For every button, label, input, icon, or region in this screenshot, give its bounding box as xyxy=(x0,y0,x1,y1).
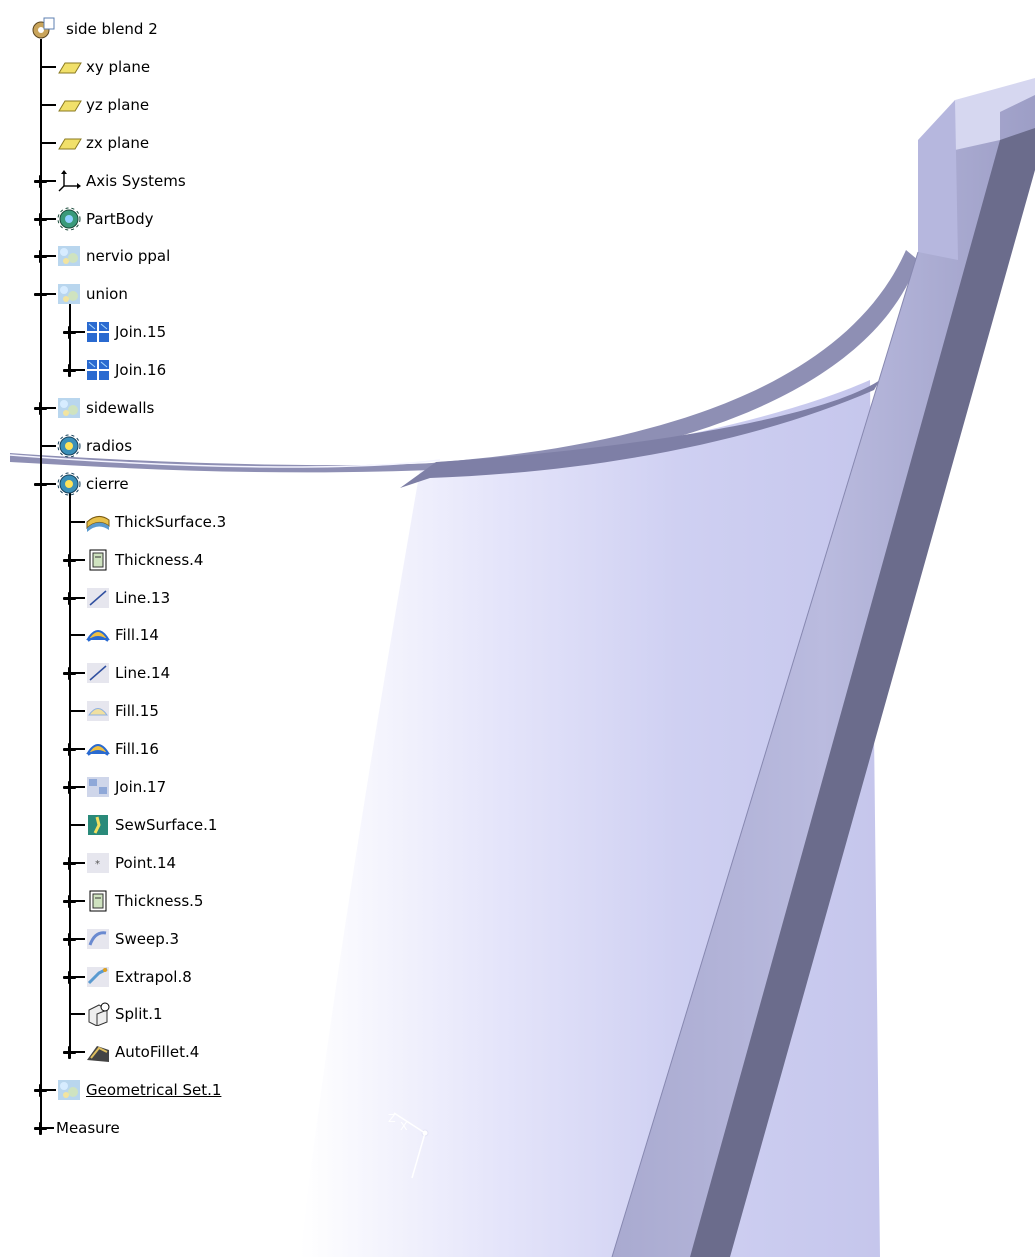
tree-item-label[interactable]: sidewalls xyxy=(86,399,154,417)
expand-plus-icon[interactable] xyxy=(63,932,76,946)
tree-item-label[interactable]: Thickness.5 xyxy=(115,892,203,910)
sew-surface-icon[interactable] xyxy=(85,813,111,837)
tree-item-label[interactable]: PartBody xyxy=(86,210,153,228)
line-icon[interactable] xyxy=(85,661,111,685)
tree-item-label[interactable]: Point.14 xyxy=(115,854,176,872)
expand-plus-icon[interactable] xyxy=(34,1122,47,1136)
point-icon[interactable]: * xyxy=(85,851,111,875)
expand-plus-icon[interactable] xyxy=(63,781,76,794)
thickness-icon[interactable] xyxy=(85,889,111,913)
part-gear-icon[interactable] xyxy=(30,17,56,41)
expand-plus-icon[interactable] xyxy=(34,1084,47,1098)
tree-item-label[interactable]: Extrapol.8 xyxy=(115,968,192,986)
tree-connector-line xyxy=(69,710,85,713)
tree-item-label[interactable]: Axis Systems xyxy=(86,172,186,190)
tree-connector-line xyxy=(40,141,56,144)
body-gear-icon[interactable] xyxy=(56,472,82,496)
line-icon[interactable] xyxy=(85,586,111,610)
tree-trunk-line xyxy=(40,39,42,1129)
tree-subtrunk-line xyxy=(69,491,71,1053)
tree-item-label[interactable]: Split.1 xyxy=(115,1005,163,1023)
expand-plus-icon[interactable] xyxy=(34,212,47,226)
tree-item-label[interactable]: radios xyxy=(86,437,132,455)
collapse-minus-icon[interactable] xyxy=(34,478,47,491)
expand-plus-icon[interactable] xyxy=(63,856,76,870)
tree-item-label[interactable]: Line.14 xyxy=(115,664,170,682)
tree-connector-line xyxy=(40,65,56,68)
collapse-minus-icon[interactable] xyxy=(34,288,47,301)
tree-item-label[interactable]: yz plane xyxy=(86,96,149,114)
tree-item-label[interactable]: SewSurface.1 xyxy=(115,816,217,834)
expand-plus-icon[interactable] xyxy=(63,667,76,681)
tree-item-label[interactable]: Fill.14 xyxy=(115,626,159,644)
svg-text:*: * xyxy=(95,859,100,870)
tree-connector-line xyxy=(69,1013,85,1016)
partbody-gear-icon[interactable] xyxy=(56,207,82,231)
tree-connector-line xyxy=(69,520,85,523)
tree-item-label[interactable]: cierre xyxy=(86,475,129,493)
join-icon[interactable] xyxy=(85,320,111,344)
expand-plus-icon[interactable] xyxy=(63,743,76,757)
join-icon[interactable] xyxy=(85,358,111,382)
expand-plus-icon[interactable] xyxy=(63,591,76,605)
tree-connector-line xyxy=(40,444,56,447)
join-hidden-icon[interactable] xyxy=(85,775,111,799)
tree-item-label[interactable]: Line.13 xyxy=(115,589,170,607)
thick-surface-icon[interactable] xyxy=(85,510,111,534)
autofillet-icon[interactable] xyxy=(85,1040,111,1064)
fill-icon[interactable] xyxy=(85,623,111,647)
tree-item-label[interactable]: zx plane xyxy=(86,134,149,152)
sweep-icon[interactable] xyxy=(85,927,111,951)
extrapolate-icon[interactable] xyxy=(85,965,111,989)
expand-plus-icon[interactable] xyxy=(63,553,76,567)
geometrical-set-icon[interactable] xyxy=(56,396,82,420)
geometrical-set-icon[interactable] xyxy=(56,244,82,268)
geometrical-set-icon[interactable] xyxy=(56,282,82,306)
tree-connector-line xyxy=(69,823,85,826)
fill-icon[interactable] xyxy=(85,737,111,761)
plane-icon[interactable] xyxy=(56,131,82,155)
tree-item-label[interactable]: Thickness.4 xyxy=(115,551,203,569)
tree-item-label[interactable]: Join.15 xyxy=(115,323,166,341)
tree-item-label[interactable]: ThickSurface.3 xyxy=(115,513,226,531)
expand-plus-icon[interactable] xyxy=(63,326,76,340)
tree-item-label[interactable]: Join.16 xyxy=(115,361,166,379)
tree-item-label[interactable]: Fill.16 xyxy=(115,740,159,758)
tree-item-label[interactable]: Fill.15 xyxy=(115,702,159,720)
axis-system-icon[interactable] xyxy=(56,169,82,193)
fill-hidden-icon[interactable] xyxy=(85,699,111,723)
tree-item-label[interactable]: AutoFillet.4 xyxy=(115,1043,199,1061)
tree-item-label[interactable]: Measure xyxy=(56,1119,120,1137)
expand-plus-icon[interactable] xyxy=(34,174,47,188)
expand-plus-icon[interactable] xyxy=(63,364,76,378)
thickness-icon[interactable] xyxy=(85,548,111,572)
tree-item-label[interactable]: nervio ppal xyxy=(86,247,170,265)
tree-connector-line xyxy=(40,103,56,106)
expand-plus-icon[interactable] xyxy=(63,1046,76,1060)
expand-plus-icon[interactable] xyxy=(63,894,76,908)
expand-plus-icon[interactable] xyxy=(34,250,47,264)
tree-item-label[interactable]: xy plane xyxy=(86,58,150,76)
tree-root-label[interactable]: side blend 2 xyxy=(66,20,158,38)
split-icon[interactable] xyxy=(85,1002,111,1027)
plane-icon[interactable] xyxy=(56,55,82,79)
tree-item-label[interactable]: union xyxy=(86,285,128,303)
body-gear-icon[interactable] xyxy=(56,434,82,458)
expand-plus-icon[interactable] xyxy=(63,970,76,984)
plane-icon[interactable] xyxy=(56,93,82,117)
tree-item-label[interactable]: Geometrical Set.1 xyxy=(86,1081,221,1099)
specification-tree: side blend 2 xy plane yz plane zx plane Axis… xyxy=(0,0,1035,1257)
tree-item-label[interactable]: Join.17 xyxy=(115,778,166,796)
geometrical-set-icon[interactable] xyxy=(56,1078,82,1102)
tree-item-label[interactable]: Sweep.3 xyxy=(115,930,179,948)
tree-connector-line xyxy=(69,634,85,637)
expand-plus-icon[interactable] xyxy=(34,402,47,415)
